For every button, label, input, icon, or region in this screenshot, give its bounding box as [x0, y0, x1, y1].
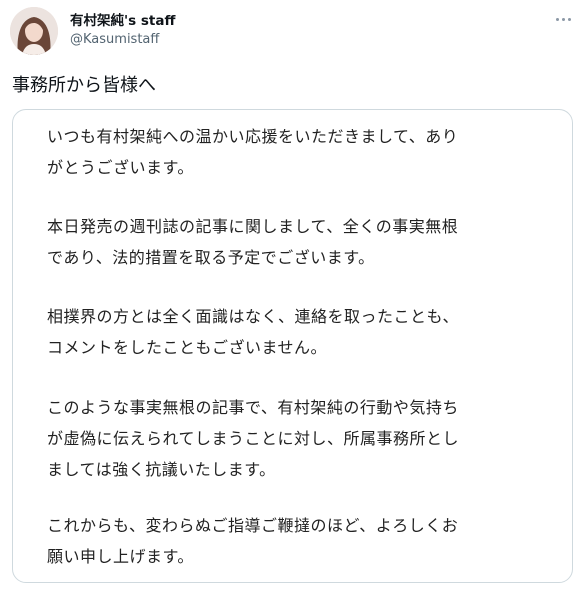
tweet-text: 事務所から皆様へ	[12, 75, 156, 96]
display-name[interactable]: 有村架純's staff	[70, 13, 175, 29]
user-handle[interactable]: @Kasumistaff	[70, 32, 159, 48]
tweet-header: 有村架純's staff @Kasumistaff	[0, 0, 585, 60]
more-horizontal-icon	[567, 17, 571, 21]
statement-line: これからも、変わらぬご指導ご鞭撻のほど、よろしくお	[47, 516, 459, 535]
more-horizontal-icon	[561, 17, 565, 21]
statement-line: コメントをしたこともございません。	[47, 338, 328, 357]
more-options-button[interactable]	[548, 8, 578, 30]
statement-line: が虚偽に伝えられてしまうことに対し、所属事務所とし	[47, 429, 460, 448]
statement-line: いつも有村架純への温かい応援をいただきまして、あり	[47, 127, 459, 146]
statement-line: がとうございます。	[47, 158, 194, 177]
avatar[interactable]	[10, 7, 58, 55]
statement-paragraph: このような事実無根の記事で、有村架純の行動や気持ち が虚偽に伝えられてしまうこと…	[47, 392, 459, 485]
statement-line: このような事実無根の記事で、有村架純の行動や気持ち	[47, 398, 459, 417]
statement-paragraph: 本日発売の週刊誌の記事に関しまして、全くの事実無根 であり、法的措置を取る予定で…	[47, 211, 458, 273]
statement-paragraph: 相撲界の方とは全く面識はなく、連絡を取ったことも、 コメントをしたこともございま…	[47, 301, 459, 363]
statement-line: 本日発売の週刊誌の記事に関しまして、全くの事実無根	[47, 217, 459, 236]
statement-line: 願い申し上げます。	[47, 547, 194, 566]
statement-image[interactable]: いつも有村架純への温かい応援をいただきまして、あり がとうございます。 本日発売…	[12, 109, 573, 583]
statement-line: であり、法的措置を取る予定でございます。	[47, 248, 375, 267]
statement-paragraph: これからも、変わらぬご指導ご鞭撻のほど、よろしくお 願い申し上げます。	[47, 510, 458, 572]
avatar-photo	[10, 7, 58, 55]
statement-line: ましては強く抗議いたします。	[47, 460, 276, 479]
more-horizontal-icon	[555, 17, 559, 21]
statement-line: 相撲界の方とは全く面識はなく、連絡を取ったことも、	[47, 307, 460, 326]
statement-paragraph: いつも有村架純への温かい応援をいただきまして、あり がとうございます。	[47, 121, 458, 183]
